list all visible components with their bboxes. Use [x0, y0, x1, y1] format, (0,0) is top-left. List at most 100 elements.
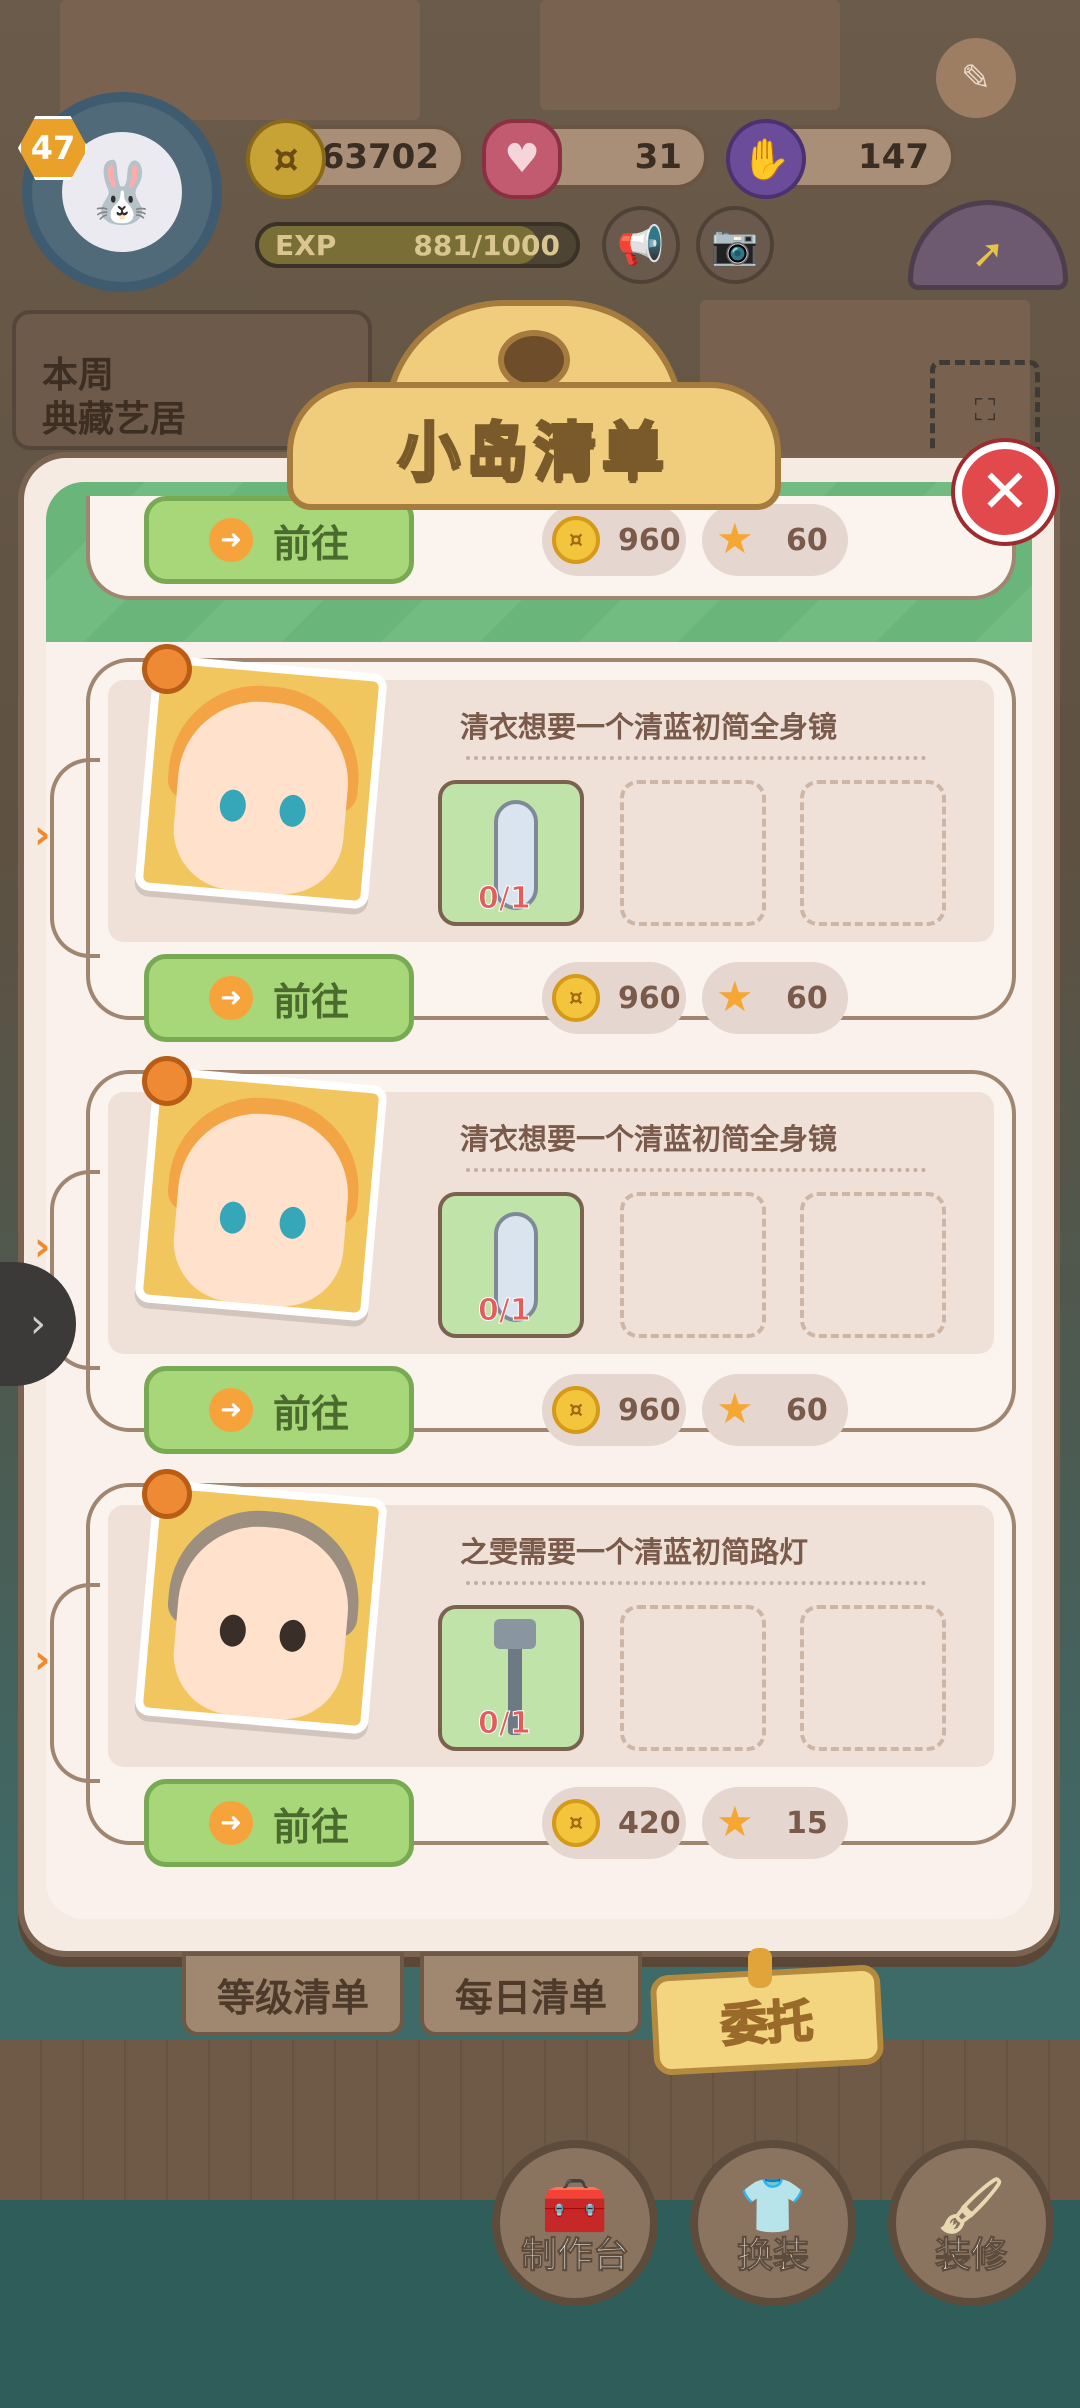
go-button[interactable]: ➜ 前往: [144, 1779, 414, 1867]
scan-frame-icon: ⛶: [974, 392, 996, 428]
title-plate-body: 小岛清单: [287, 382, 781, 510]
exp-value: 881/1000: [413, 228, 560, 262]
go-button[interactable]: ➜ 前往: [144, 1366, 414, 1454]
dotted-divider: [466, 756, 926, 760]
chevron-right-icon: ›: [30, 1301, 46, 1347]
dotted-divider: [466, 1581, 926, 1585]
exp-bar: EXP 881/1000: [255, 222, 580, 268]
item-slot[interactable]: 0/1: [438, 1192, 584, 1338]
order-request-text: 清衣想要一个清蓝初简全身镜: [460, 1122, 838, 1156]
stamina-count: 147: [858, 137, 929, 177]
pencil-icon: ✎: [960, 57, 992, 99]
empty-slot: [620, 1192, 766, 1338]
star-reward: ★ 60: [702, 1374, 848, 1446]
star-reward: ★ 60: [702, 962, 848, 1034]
star-reward-value: 15: [786, 1805, 828, 1841]
empty-slot: [800, 1192, 946, 1338]
pushpin-icon: [142, 644, 192, 694]
order-card: › 清衣想要一个清蓝初简全身镜 0/1 ➜ 前往 ¤ 960 ★ 60: [34, 1056, 1016, 1454]
rabbit-coin-icon: ¤: [552, 974, 600, 1022]
arrow-right-icon: ➜: [208, 1388, 253, 1432]
outfit-button[interactable]: 👕 换装: [690, 2140, 856, 2306]
title-plate: 小岛清单: [287, 300, 781, 512]
workbench-button[interactable]: 🧰 制作台: [492, 2140, 658, 2306]
empty-slot: [620, 1605, 766, 1751]
star-reward: ★ 60: [702, 504, 848, 576]
item-progress: 0/1: [478, 881, 532, 917]
star-reward-value: 60: [786, 980, 828, 1016]
coin-counter[interactable]: ¤ 63702: [246, 119, 465, 199]
paint-roller-icon: 🖌: [936, 2174, 1006, 2237]
title-plate-hole: [498, 330, 570, 390]
rabbit-coin-icon: ¤: [552, 516, 600, 564]
star-reward-value: 60: [786, 1392, 828, 1428]
edit-button[interactable]: ✎: [936, 38, 1016, 118]
arrow-right-icon: ➜: [208, 1801, 253, 1845]
background-house: [540, 0, 840, 110]
arrow-right-icon: ➜: [208, 976, 253, 1020]
card-connector: [50, 1583, 100, 1783]
go-label: 前往: [272, 1391, 349, 1436]
camera-icon: 📷: [711, 222, 759, 267]
toolbox-icon: 🧰: [541, 2174, 609, 2237]
empty-slot: [800, 780, 946, 926]
coin-reward-value: 960: [618, 980, 681, 1016]
star-icon: ★: [716, 972, 754, 1021]
exp-label: EXP: [275, 228, 337, 262]
panel-title: 小岛清单: [396, 414, 670, 490]
star-icon: ★: [716, 1384, 754, 1433]
heart-count: 31: [634, 137, 682, 177]
order-request-text: 之雯需要一个清蓝初简路灯: [460, 1535, 809, 1569]
item-progress: 0/1: [478, 1706, 532, 1742]
dotted-divider: [466, 1168, 926, 1172]
star-icon: ★: [716, 1797, 754, 1846]
tab-level-list[interactable]: 等级清单: [182, 1952, 404, 2036]
coin-reward-value: 960: [618, 1392, 681, 1428]
close-icon: ✕: [979, 457, 1031, 527]
heart-counter[interactable]: ♥ 31: [482, 119, 708, 199]
camera-button[interactable]: 📷: [696, 206, 774, 284]
pushpin-icon: [142, 1056, 192, 1106]
coin-reward: ¤ 960: [542, 504, 686, 576]
close-button[interactable]: ✕: [955, 442, 1055, 542]
coin-count: 63702: [320, 137, 439, 177]
coin-reward: ¤ 960: [542, 1374, 686, 1446]
rabbit-coin-icon: ¤: [552, 1386, 600, 1434]
entrust-pin: [748, 1948, 772, 1988]
coin-reward: ¤ 960: [542, 962, 686, 1034]
star-reward-value: 60: [786, 522, 828, 558]
tab-daily-list[interactable]: 每日清单: [420, 1952, 642, 2036]
stamina-counter[interactable]: ✋ 147: [726, 119, 955, 199]
outfit-icon: 👕: [739, 2174, 807, 2237]
rabbit-coin-icon: ¤: [552, 1799, 600, 1847]
megaphone-icon: 📢: [617, 222, 665, 267]
card-connector: [50, 758, 100, 958]
heart-icon: ♥: [482, 119, 562, 199]
go-button[interactable]: ➜ 前往: [144, 954, 414, 1042]
star-icon: ★: [716, 514, 754, 563]
star-reward: ★ 15: [702, 1787, 848, 1859]
peg-icon: ›: [34, 1224, 51, 1270]
empty-slot: [800, 1605, 946, 1751]
coin-reward: ¤ 420: [542, 1787, 686, 1859]
gauge-arrow-icon: ➚: [971, 231, 1005, 277]
go-label: 前往: [272, 979, 349, 1024]
rabbit-coin-icon: ¤: [246, 119, 326, 199]
empty-slot: [620, 780, 766, 926]
decorate-button[interactable]: 🖌 装修: [888, 2140, 1054, 2306]
peg-icon: ›: [34, 812, 51, 858]
arrow-right-icon: ➜: [208, 518, 253, 562]
order-request-text: 清衣想要一个清蓝初简全身镜: [460, 710, 838, 744]
announcement-button[interactable]: 📢: [602, 206, 680, 284]
go-label: 前往: [272, 521, 349, 566]
item-slot[interactable]: 0/1: [438, 780, 584, 926]
coin-reward-value: 420: [618, 1805, 681, 1841]
coin-reward-value: 960: [618, 522, 681, 558]
peg-icon: ›: [34, 1637, 51, 1683]
go-label: 前往: [272, 1804, 349, 1849]
glove-icon: ✋: [726, 119, 806, 199]
item-slot[interactable]: 0/1: [438, 1605, 584, 1751]
order-card: › 之雯需要一个清蓝初简路灯 0/1 ➜ 前往 ¤ 420 ★ 15: [34, 1469, 1016, 1867]
item-progress: 0/1: [478, 1293, 532, 1329]
order-card: › 清衣想要一个清蓝初简全身镜 0/1 ➜ 前往 ¤ 960 ★ 60: [34, 644, 1016, 1042]
